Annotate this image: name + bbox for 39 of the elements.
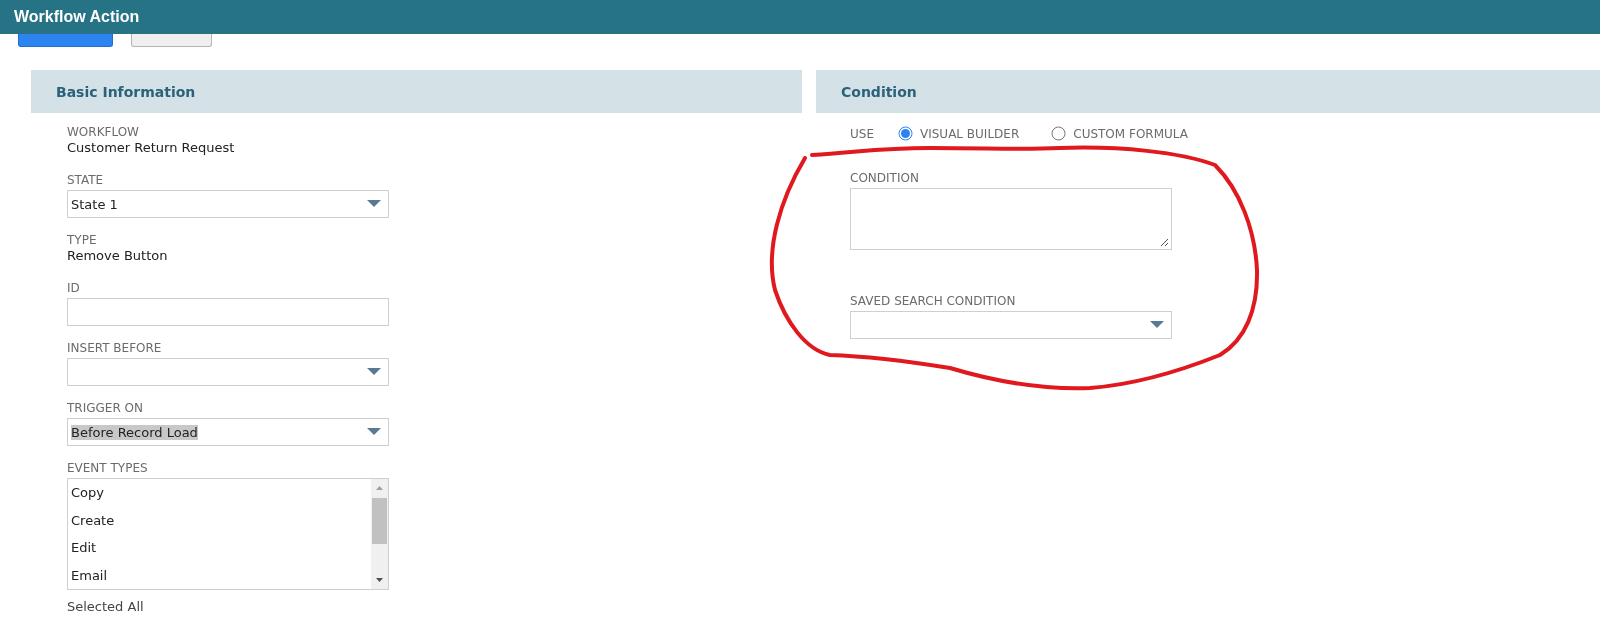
field-value: Remove Button	[67, 247, 169, 265]
dropdown-field[interactable]: State 1	[67, 190, 389, 218]
list-box[interactable]: Copy Create Edit Email	[67, 478, 389, 590]
radio-option[interactable]: VISUAL BUILDER	[898, 126, 1020, 141]
list-item[interactable]: Create	[71, 506, 371, 534]
list-item[interactable]: Email	[71, 561, 371, 589]
field-value: Customer Return Request	[67, 139, 236, 157]
dropdown-field[interactable]: Before Record Load	[67, 418, 389, 446]
field-label: CONDITION	[850, 171, 920, 185]
list-item[interactable]: Copy	[71, 479, 371, 507]
dropdown-field[interactable]	[850, 311, 1172, 339]
field-label: TRIGGER ON	[67, 401, 144, 415]
window-title: Workflow Action	[0, 0, 1600, 34]
dropdown-caret-icon	[367, 428, 381, 436]
section-header: Basic Information	[31, 70, 802, 113]
dropdown-caret-icon	[367, 200, 381, 208]
input-field[interactable]	[67, 298, 389, 326]
radio-button[interactable]	[1051, 126, 1067, 141]
field-label: INSERT BEFORE	[67, 341, 163, 355]
section-header: Condition	[816, 70, 1600, 113]
list-item[interactable]: Edit	[71, 534, 371, 562]
field-label: TYPE	[67, 233, 98, 247]
field-label: EVENT TYPES	[67, 461, 149, 475]
scrollbar[interactable]	[371, 479, 388, 589]
selection-note: Selected All	[67, 599, 145, 614]
field-label: STATE	[67, 173, 105, 187]
resize-grip-icon	[1160, 238, 1169, 247]
field-label: ID	[67, 281, 81, 295]
text-area[interactable]	[850, 188, 1172, 250]
field-label: USE	[850, 126, 874, 141]
dropdown-field[interactable]	[67, 358, 389, 386]
radio-option[interactable]: CUSTOM FORMULA	[1051, 126, 1188, 141]
save-button[interactable]	[18, 34, 113, 47]
dropdown-caret-icon	[367, 368, 381, 376]
radio-button[interactable]	[898, 126, 913, 141]
field-label: WORKFLOW	[67, 125, 140, 139]
field-label: SAVED SEARCH CONDITION	[850, 294, 1017, 308]
dropdown-caret-icon	[1150, 321, 1164, 329]
cancel-button[interactable]	[131, 34, 212, 47]
